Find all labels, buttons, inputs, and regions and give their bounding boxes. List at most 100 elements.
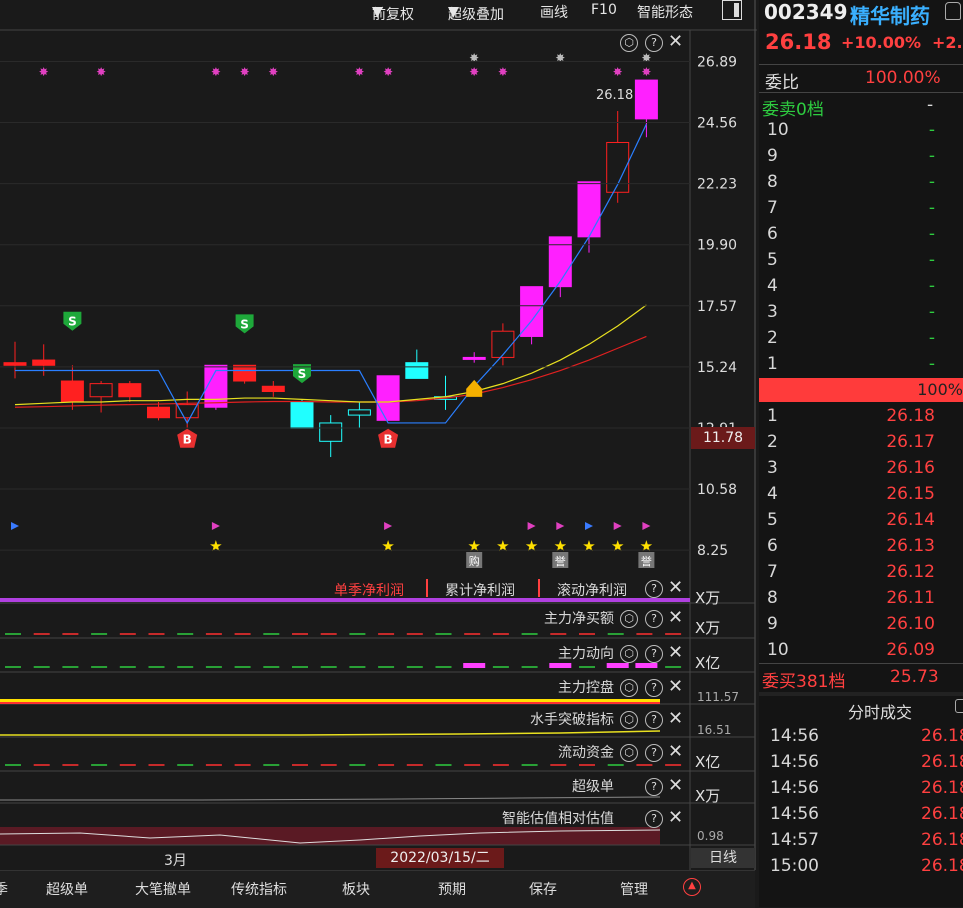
buy-level: 4 — [767, 484, 778, 504]
current-price-tag: 11.78 — [691, 427, 755, 449]
help-icon[interactable]: ? — [645, 810, 663, 828]
flag-marker-icon — [613, 522, 622, 530]
settings-hex-icon[interactable]: ⬡ — [620, 610, 638, 628]
buy-row: 3 26.16 — [759, 456, 963, 482]
bottom-item-dabichedan[interactable]: 大笔撤单 — [135, 879, 191, 899]
weibi-label: 委比 — [765, 73, 799, 93]
divider — [759, 692, 963, 696]
buy-level: 1 — [767, 406, 778, 426]
star-marker-icon: ★ — [496, 537, 509, 555]
sell-row: 5- — [759, 248, 963, 274]
flower-marker-icon: ✸ — [39, 65, 49, 79]
buy-price: 26.12 — [886, 562, 935, 582]
trades-title[interactable]: 分时成交 — [848, 699, 912, 723]
help-icon[interactable]: ? — [645, 34, 663, 52]
close-icon[interactable]: ✕ — [668, 741, 683, 762]
buy-level: 10 — [767, 640, 789, 660]
trade-price: 26.18 — [921, 804, 963, 824]
quote-panel: 002349 精华制药 26.18 +10.00% +2. 委比 100.00%… — [759, 0, 963, 907]
price-tick-label: 15.24 — [697, 360, 737, 376]
tab-cumulative-profit[interactable]: 累计净利润 — [445, 580, 515, 600]
expand-up-icon[interactable]: ▲ — [683, 878, 701, 896]
sell-row: 9- — [759, 144, 963, 170]
bottom-item-baocun[interactable]: 保存 — [529, 879, 557, 899]
help-icon[interactable]: ? — [645, 580, 663, 598]
sell-level: 5 — [767, 250, 778, 270]
control-bar-red — [0, 702, 660, 704]
bottom-item-ji[interactable]: 季 — [0, 879, 8, 899]
close-icon[interactable]: ✕ — [668, 775, 683, 796]
buy-price: 26.17 — [886, 432, 935, 452]
buy-row: 6 26.13 — [759, 534, 963, 560]
tab-single-quarter-profit[interactable]: 单季净利润 — [334, 580, 404, 600]
flag-marker-icon — [11, 522, 19, 530]
trade-price: 26.18 — [921, 830, 963, 850]
buy-row: 1 26.18 — [759, 404, 963, 430]
help-icon[interactable]: ? — [645, 744, 663, 762]
sell-level: 2 — [767, 328, 778, 348]
help-icon[interactable]: ? — [645, 645, 663, 663]
settings-hex-icon[interactable]: ⬡ — [620, 711, 638, 729]
close-icon[interactable]: ✕ — [668, 676, 683, 697]
bottom-item-bankuai[interactable]: 板块 — [342, 879, 370, 899]
flow-highlight-bar — [463, 663, 486, 668]
sell-level: 6 — [767, 224, 778, 244]
flower-marker-icon: ✸ — [469, 65, 479, 79]
price-tick-label: 26.89 — [697, 54, 737, 70]
ring-text-badge: 誉 — [555, 554, 566, 568]
settings-hex-icon[interactable]: ⬡ — [620, 679, 638, 697]
settings-hex-icon[interactable]: ⬡ — [620, 744, 638, 762]
panel-title: 流动资金 — [558, 745, 614, 761]
bottom-item-yuqi[interactable]: 预期 — [438, 879, 466, 899]
bottom-item-chuantong[interactable]: 传统指标 — [231, 879, 287, 899]
bottom-item-guanli[interactable]: 管理 — [620, 879, 648, 899]
close-icon[interactable]: ✕ — [668, 577, 683, 598]
close-icon[interactable]: ✕ — [668, 708, 683, 729]
ring-text-badge: 誉 — [641, 554, 652, 568]
help-icon[interactable]: ? — [645, 679, 663, 697]
sell-price: - — [928, 328, 935, 348]
kline-app: 前复权 ▼ 超级叠加 ▼ 画线 F10 智能形态 S S S B B ✸ ✸ ✸ ✸ ✸ ✸ ✸ ✸ ✸ ✸ ✸ ✸… — [0, 0, 963, 908]
tab-divider — [538, 579, 540, 597]
bottom-item-chaojidan[interactable]: 超级单 — [46, 879, 88, 899]
sell-price: - — [928, 224, 935, 244]
trade-price: 26.18 — [921, 778, 963, 798]
flower-marker-icon: ✸ — [211, 65, 221, 79]
bell-icon[interactable] — [945, 2, 961, 20]
candle-body — [462, 356, 486, 360]
close-icon[interactable]: ✕ — [668, 31, 683, 52]
period-button[interactable]: 日线 — [691, 848, 755, 868]
weibi-value: 100.00% — [865, 68, 941, 88]
indicator-panels — [0, 598, 755, 846]
marker-layer: S SSB B✸ ✸ ✸ ✸ ✸ ✸ ✸ ✸ ✸ ✸ ✸✸ ✸ ✸★ ★ ★ ★ ★ ★ ★ ★ ★购誉誉 — [11, 51, 655, 568]
settings-hex-icon[interactable]: ⬡ — [620, 645, 638, 663]
flower-marker-icon: ✸ — [383, 65, 393, 79]
buy-price: 26.14 — [886, 510, 935, 530]
flower-marker-icon: ✸ — [354, 65, 364, 79]
close-icon[interactable]: ✕ — [668, 807, 683, 828]
price-tick-label: 19.90 — [697, 238, 737, 254]
panel-unit: X万 — [695, 619, 721, 637]
sell-price: - — [928, 120, 935, 140]
super-order-line — [0, 796, 661, 801]
sell-price: - — [928, 276, 935, 296]
candle-body — [634, 79, 658, 120]
candle-body — [147, 406, 170, 419]
tab-rolling-profit[interactable]: 滚动净利润 — [557, 580, 627, 600]
buy-level: 7 — [767, 562, 778, 582]
buy-footer: 委买381档 — [762, 672, 846, 692]
help-icon[interactable]: ? — [645, 778, 663, 796]
close-icon[interactable]: ✕ — [668, 642, 683, 663]
settings-hex-icon[interactable]: ⬡ — [620, 34, 638, 52]
buy-price: 26.09 — [886, 640, 935, 660]
buy-level: 3 — [767, 458, 778, 478]
lock-icon[interactable] — [955, 699, 963, 713]
flower-marker-icon: ✸ — [268, 65, 278, 79]
trade-time: 15:00 — [770, 856, 819, 876]
buy-row: 10 26.09 — [759, 638, 963, 664]
close-icon[interactable]: ✕ — [668, 607, 683, 628]
help-icon[interactable]: ? — [645, 610, 663, 628]
sell-price: - — [928, 302, 935, 322]
help-icon[interactable]: ? — [645, 711, 663, 729]
panel-title: 主力净买额 — [544, 611, 614, 627]
